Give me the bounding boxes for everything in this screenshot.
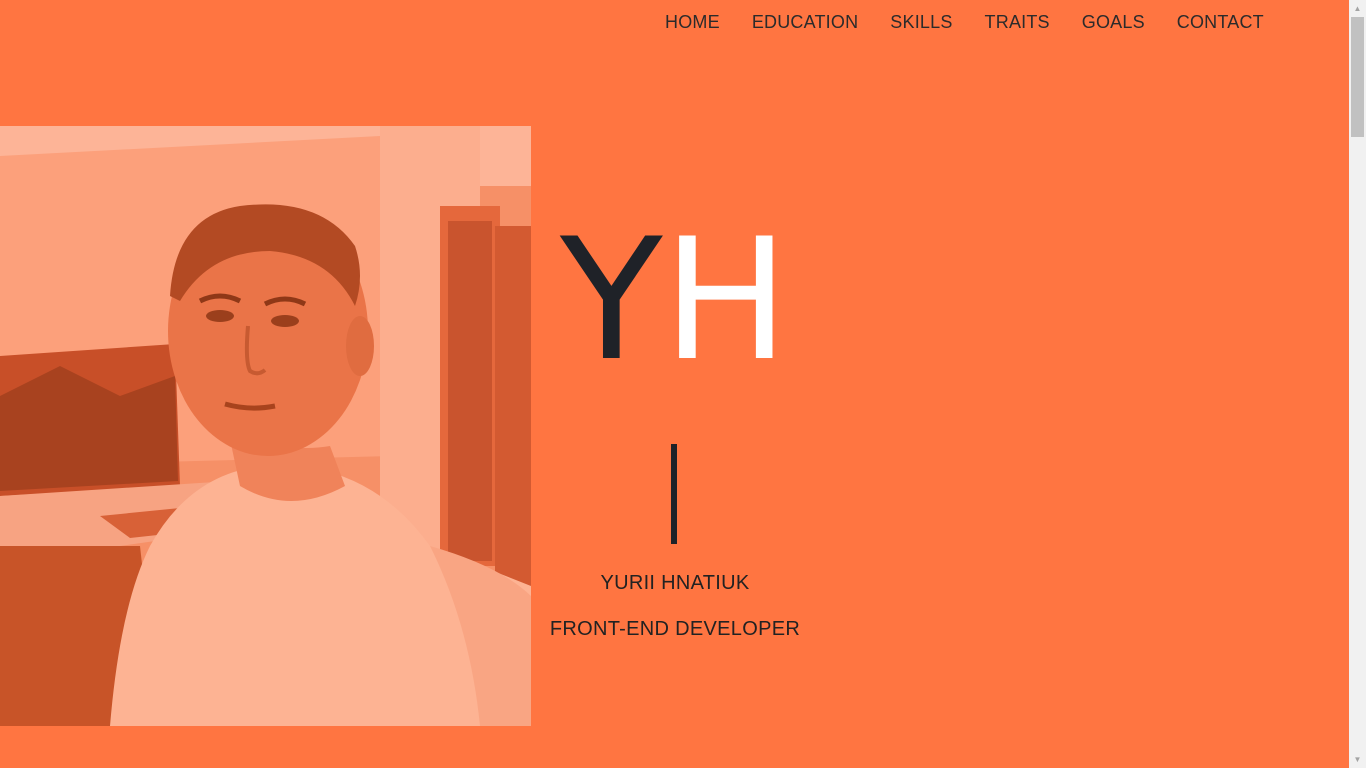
monogram-letter-y: Y [560,202,663,398]
nav-link-goals[interactable]: GOALS [1066,0,1161,44]
nav-link-education[interactable]: EDUCATION [736,0,874,44]
scroll-thumb[interactable] [1351,17,1364,137]
nav-link-contact[interactable]: CONTACT [1161,0,1280,44]
page: HOME EDUCATION SKILLS TRAITS GOALS CONTA… [0,0,1349,768]
page-scrollbar[interactable]: ▲ ▼ [1349,0,1366,768]
hero-divider [671,444,677,544]
hero-role: FRONT-END DEVELOPER [549,618,801,640]
scroll-up-arrow-icon[interactable]: ▲ [1349,0,1366,17]
hero-name: YURII HNATIUK [600,572,750,594]
profile-photo [0,126,531,726]
profile-photo-illustration [0,126,531,726]
nav-link-traits[interactable]: TRAITS [969,0,1066,44]
monogram-letter-h: H [662,202,789,398]
nav-link-home[interactable]: HOME [649,0,736,44]
nav-link-skills[interactable]: SKILLS [874,0,968,44]
scroll-down-arrow-icon[interactable]: ▼ [1349,751,1366,768]
hero-monogram: YH [560,215,790,385]
main-nav: HOME EDUCATION SKILLS TRAITS GOALS CONTA… [649,0,1280,44]
